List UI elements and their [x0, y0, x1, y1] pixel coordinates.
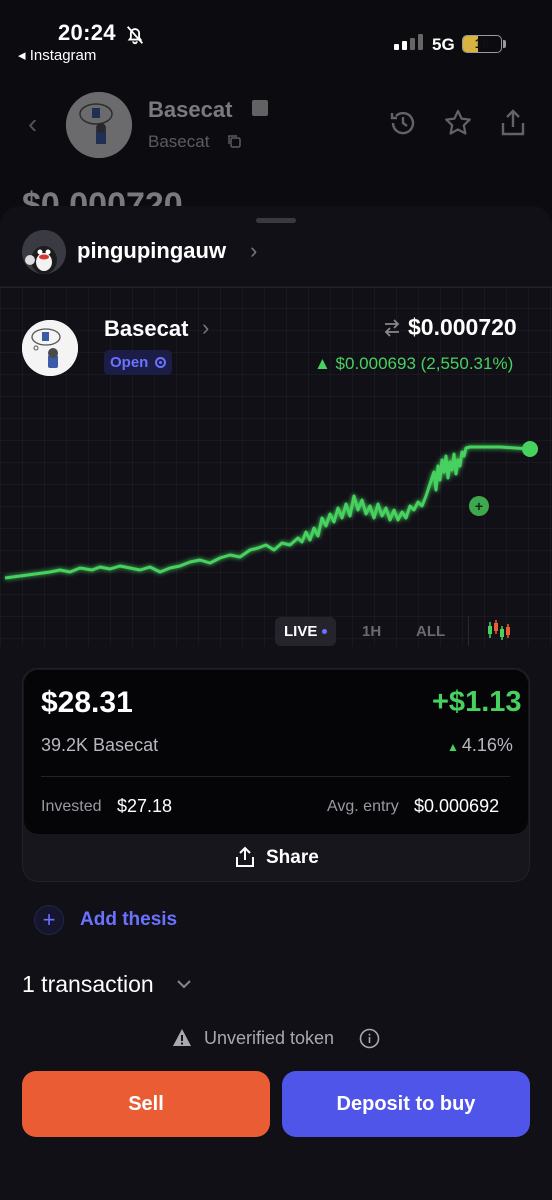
- token-holdings: 39.2K Basecat: [41, 735, 159, 755]
- unverified-token-label: Unverified token: [204, 1028, 335, 1048]
- divider: [0, 287, 552, 288]
- token-price: $0.000720: [408, 314, 517, 340]
- tab-1h[interactable]: 1H: [362, 617, 381, 646]
- silent-bell-icon: [126, 26, 144, 45]
- share-icon-header[interactable]: [498, 108, 528, 138]
- avg-entry-value: $0.000692: [414, 796, 500, 816]
- battery-icon: 16: [462, 35, 502, 53]
- divider: [41, 776, 510, 777]
- tab-all[interactable]: ALL: [416, 617, 445, 646]
- share-button[interactable]: Share: [266, 847, 319, 869]
- transactions-toggle[interactable]: 1 transaction: [22, 971, 154, 998]
- candlestick-chart-icon[interactable]: [486, 618, 512, 642]
- price-change: ▲ $0.000693 (2,550.31%): [314, 354, 514, 373]
- pnl-percent-value: 4.16%: [461, 735, 513, 755]
- invested-label: Invested: [41, 798, 102, 815]
- background-token-name: Basecat: [148, 97, 233, 122]
- avg-entry-label: Avg. entry: [327, 798, 399, 815]
- token-avatar-background: [66, 92, 132, 158]
- plus-icon[interactable]: +: [34, 905, 64, 935]
- price-chart[interactable]: +: [0, 400, 552, 610]
- svg-text:+: +: [475, 498, 483, 514]
- sheet-drag-handle[interactable]: [256, 218, 296, 223]
- deposit-to-buy-button[interactable]: Deposit to buy: [282, 1071, 530, 1137]
- tab-live-label: LIVE: [284, 623, 318, 640]
- chain-badge-icon: [252, 100, 268, 116]
- signal-icon: [394, 34, 423, 50]
- token-avatar[interactable]: [22, 320, 78, 376]
- status-badge: Open: [104, 350, 172, 375]
- invested-value: $27.18: [117, 796, 173, 816]
- divider: [468, 616, 469, 646]
- warning-icon: [173, 1029, 191, 1046]
- live-dot-icon: [155, 357, 166, 368]
- history-icon[interactable]: [388, 108, 418, 138]
- up-arrow-icon: ▲: [447, 740, 459, 754]
- info-icon[interactable]: [359, 1028, 380, 1049]
- position-value: $28.31: [41, 686, 133, 719]
- tab-live[interactable]: LIVE: [275, 617, 336, 646]
- star-icon[interactable]: [443, 108, 473, 138]
- sell-button[interactable]: Sell: [22, 1071, 270, 1137]
- chevron-right-icon[interactable]: ›: [250, 238, 257, 264]
- position-pnl: +$1.13: [432, 686, 522, 718]
- back-chevron-icon[interactable]: ‹: [28, 108, 37, 140]
- token-name[interactable]: Basecat: [104, 316, 188, 342]
- price-line: [4, 445, 531, 580]
- back-to-instagram-link[interactable]: ◂ Instagram: [18, 46, 96, 64]
- network-type: 5G: [432, 35, 455, 54]
- share-icon[interactable]: [234, 846, 256, 868]
- copy-icon[interactable]: [227, 134, 241, 148]
- swap-arrows-icon[interactable]: [382, 318, 402, 338]
- user-avatar[interactable]: [22, 230, 66, 274]
- chevron-right-icon[interactable]: ›: [202, 315, 209, 341]
- add-thesis-button[interactable]: Add thesis: [80, 909, 177, 931]
- current-price-dot: [522, 441, 538, 457]
- username[interactable]: pingupingauw: [77, 238, 226, 264]
- status-badge-label: Open: [110, 354, 149, 371]
- pnl-percent: ▲ 4.16%: [447, 735, 513, 756]
- status-time: 20:24: [58, 20, 116, 45]
- battery-level: 16: [474, 36, 490, 51]
- background-token-ticker: Basecat: [148, 132, 210, 151]
- live-dot-icon: [322, 629, 327, 634]
- chevron-down-icon[interactable]: [176, 976, 192, 992]
